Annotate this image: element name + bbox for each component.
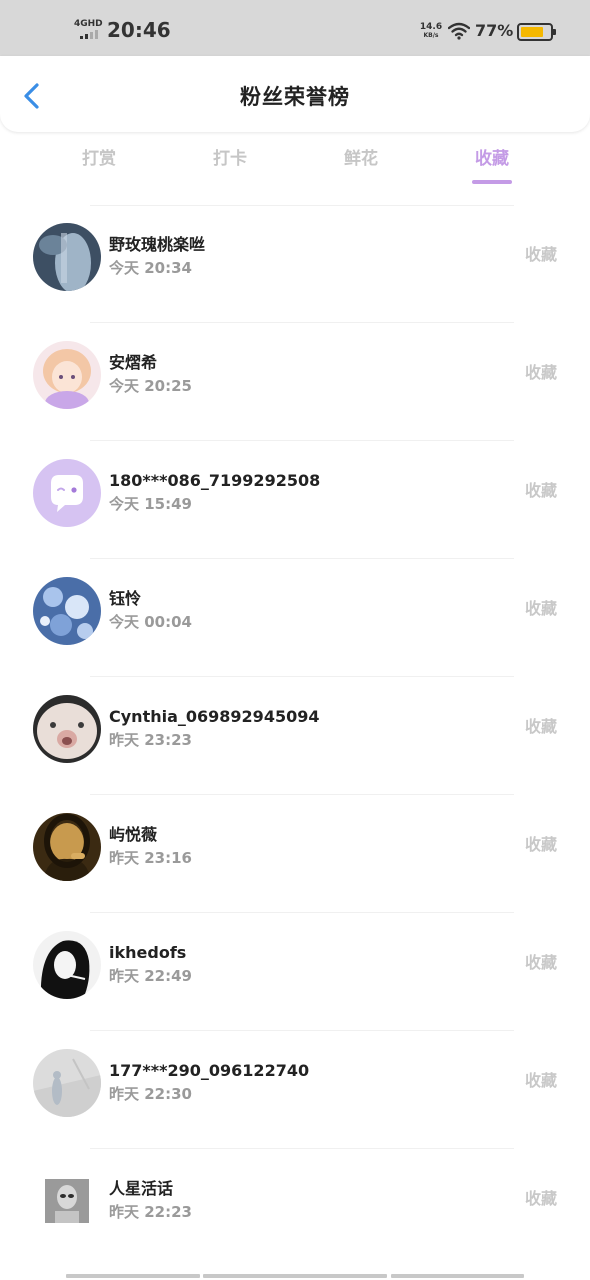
timestamp: 今天 00:04 [109, 613, 192, 631]
user-name: 安熠希 [109, 353, 158, 372]
header: 粉丝荣誉榜 [0, 56, 590, 132]
tab-bar: 打赏 打卡 鲜花 收藏 [0, 132, 590, 192]
timestamp: 昨天 22:23 [109, 1203, 192, 1221]
battery-fill [521, 27, 543, 37]
favorite-label: 收藏 [524, 481, 557, 500]
battery-icon [517, 23, 556, 41]
default-avatar-icon [33, 459, 101, 527]
favorite-label: 收藏 [524, 599, 557, 618]
tab-tip[interactable]: 打赏 [54, 148, 144, 170]
favorite-label: 收藏 [524, 1189, 557, 1208]
avatar [45, 1179, 89, 1223]
tab-favorites[interactable]: 收藏 [447, 148, 537, 170]
favorite-label: 收藏 [524, 717, 557, 736]
tab-flowers[interactable]: 鲜花 [316, 148, 406, 170]
user-name: 屿悦薇 [109, 825, 158, 844]
list-item[interactable]: 屿悦薇 昨天 23:16 收藏 [0, 795, 590, 913]
timestamp: 今天 15:49 [109, 495, 192, 513]
tab-checkin[interactable]: 打卡 [185, 148, 275, 170]
active-tab-indicator [472, 180, 512, 184]
network-speed: 14.6 KB/s [418, 22, 444, 39]
list-item[interactable]: 安熠希 今天 20:25 收藏 [0, 323, 590, 441]
timestamp: 昨天 22:30 [109, 1085, 192, 1103]
avatar [33, 1049, 101, 1117]
timestamp: 昨天 23:23 [109, 731, 192, 749]
user-name: Cynthia_069892945094 [109, 707, 320, 726]
wifi-icon [447, 22, 471, 40]
bottom-edge-bar [66, 1274, 200, 1278]
favorite-label: 收藏 [524, 363, 557, 382]
timestamp: 今天 20:25 [109, 377, 192, 395]
clock: 20:46 [107, 18, 171, 42]
bottom-edge-bar [203, 1274, 387, 1278]
user-name: 180***086_7199292508 [109, 471, 321, 490]
avatar [33, 223, 101, 291]
favorite-label: 收藏 [524, 1071, 557, 1090]
list-item[interactable]: Cynthia_069892945094 昨天 23:23 收藏 [0, 677, 590, 795]
cellular-signal-icon: 4GHD [74, 19, 103, 42]
timestamp: 昨天 23:16 [109, 849, 192, 867]
user-name: 钰怜 [109, 589, 142, 608]
avatar [33, 341, 101, 409]
page-title: 粉丝荣誉榜 [240, 85, 350, 109]
list-item[interactable]: ikhedofs 昨天 22:49 收藏 [0, 913, 590, 1031]
avatar [33, 577, 101, 645]
list-item[interactable]: 人星活话 昨天 22:23 收藏 [0, 1149, 590, 1267]
list-item[interactable]: 野玫瑰桃楽咝 今天 20:34 收藏 [0, 205, 590, 323]
network-type-label: 4GHD [74, 19, 103, 29]
battery-percentage: 77% [475, 21, 514, 40]
user-name: ikhedofs [109, 943, 187, 962]
timestamp: 今天 20:34 [109, 259, 192, 277]
favorite-label: 收藏 [524, 245, 557, 264]
network-speed-value: 14.6 [419, 22, 443, 32]
favorite-label: 收藏 [524, 953, 557, 972]
timestamp: 昨天 22:49 [109, 967, 192, 985]
user-name: 人星活话 [109, 1179, 174, 1198]
bottom-edge-bar [391, 1274, 524, 1278]
user-name: 野玫瑰桃楽咝 [109, 235, 206, 254]
user-name: 177***290_096122740 [109, 1061, 310, 1080]
list-item[interactable]: 180***086_7199292508 今天 15:49 收藏 [0, 441, 590, 559]
list-item[interactable]: 钰怜 今天 00:04 收藏 [0, 559, 590, 677]
list-item[interactable]: 177***290_096122740 昨天 22:30 收藏 [0, 1031, 590, 1149]
avatar [33, 695, 101, 763]
status-bar: 4GHD 20:46 14.6 KB/s 77% [0, 0, 590, 56]
avatar [33, 813, 101, 881]
avatar [33, 931, 101, 999]
network-speed-unit: KB/s [423, 32, 439, 39]
favorite-label: 收藏 [524, 835, 557, 854]
